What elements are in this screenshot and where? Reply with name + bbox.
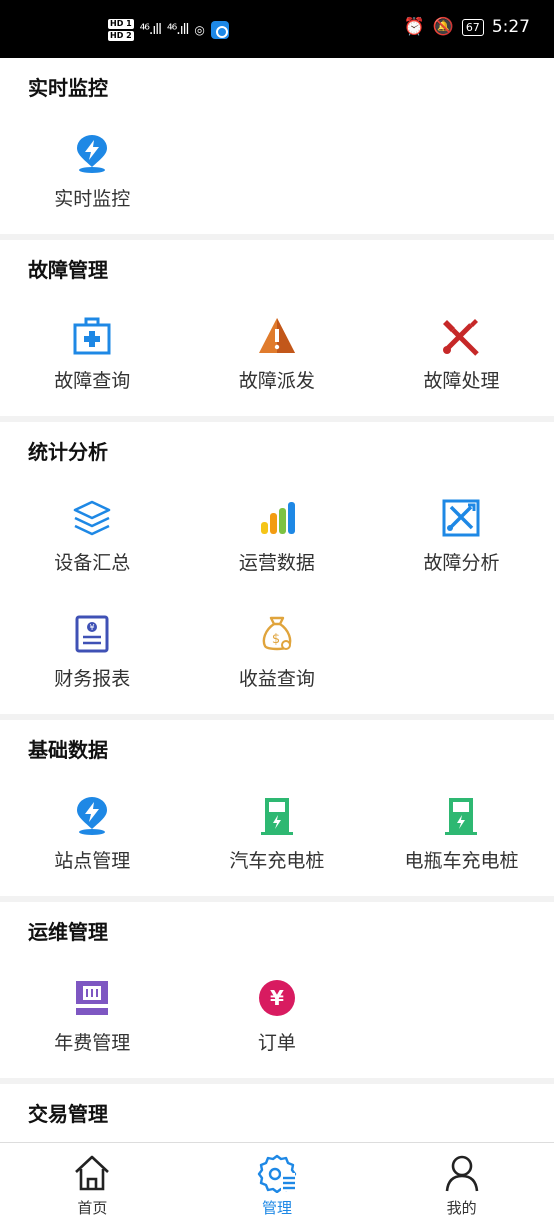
grid-item-label: 电瓶车充电桩 bbox=[404, 850, 519, 872]
tab-home[interactable]: 首页 bbox=[0, 1143, 185, 1218]
money-bag-icon: $ bbox=[257, 614, 297, 654]
svg-text:¥: ¥ bbox=[270, 986, 284, 1010]
grid-item[interactable]: 运营数据 bbox=[185, 482, 370, 598]
section-title: 运维管理 bbox=[28, 920, 108, 944]
tab-manage-label: 管理 bbox=[262, 1199, 293, 1217]
grid-item[interactable]: ¥ 订单 bbox=[185, 962, 370, 1078]
grid-item[interactable]: 汽车充电桩 bbox=[185, 780, 370, 896]
grid-item-label: 设备汇总 bbox=[54, 552, 131, 574]
hotspot-icon: ◎ bbox=[194, 23, 205, 37]
charging-pile-icon bbox=[441, 796, 481, 836]
grid-item[interactable]: 实时监控 bbox=[0, 118, 185, 234]
tab-home-label: 首页 bbox=[77, 1199, 108, 1217]
grid-item[interactable]: 故障处理 bbox=[369, 300, 554, 416]
section-title: 故障管理 bbox=[28, 258, 108, 282]
section-5: 交易管理 bbox=[0, 1084, 554, 1142]
user-icon bbox=[445, 1155, 478, 1192]
grid-item[interactable]: 年费管理 bbox=[0, 962, 185, 1078]
section-3: 基础数据站点管理 汽车充电桩 电瓶车充电桩 bbox=[0, 720, 554, 896]
grid-item-label: 订单 bbox=[257, 1032, 296, 1054]
tab-mine[interactable]: 我的 bbox=[369, 1143, 554, 1218]
svg-text:$: $ bbox=[272, 632, 280, 647]
bar-chart-icon bbox=[257, 498, 297, 538]
section-grid: 设备汇总 运营数据 故障分析 ¥ 财务报表 $ 收益查询 bbox=[0, 482, 554, 714]
svg-text:¥: ¥ bbox=[90, 623, 95, 632]
first-aid-kit-icon bbox=[72, 316, 112, 356]
tab-manage[interactable]: 管理 bbox=[185, 1143, 370, 1218]
sim-card-icon bbox=[72, 978, 112, 1018]
settings-list-icon bbox=[257, 1154, 297, 1193]
tools-icon bbox=[441, 316, 481, 356]
section-title: 统计分析 bbox=[28, 440, 108, 464]
grid-item[interactable]: 电瓶车充电桩 bbox=[369, 780, 554, 896]
section-grid: 年费管理 ¥ 订单 bbox=[0, 962, 554, 1078]
signal-icon: ⁴⁶.ıll bbox=[139, 22, 162, 38]
grid-item-label: 实时监控 bbox=[54, 188, 131, 210]
app-notification-icon bbox=[210, 21, 229, 39]
section-title: 基础数据 bbox=[28, 738, 108, 762]
hd2-label: HD 2 bbox=[108, 31, 134, 41]
grid-item-label: 财务报表 bbox=[54, 668, 131, 690]
layers-icon bbox=[72, 498, 112, 538]
grid-item[interactable]: 站点管理 bbox=[0, 780, 185, 896]
yuan-circle-icon: ¥ bbox=[257, 978, 297, 1018]
grid-item[interactable]: 故障派发 bbox=[185, 300, 370, 416]
section-1: 故障管理故障查询 故障派发 故障处理 bbox=[0, 240, 554, 416]
bottom-tab-bar: 首页 管理 我的 bbox=[0, 1142, 554, 1218]
alarm-icon: ⏰ bbox=[403, 17, 425, 37]
status-bar: HD 1 HD 2 ⁴⁶.ıll ⁴⁶.ıll ◎ ⏰ 🔕 67 5:27 bbox=[0, 0, 554, 58]
grid-item-label: 站点管理 bbox=[54, 850, 131, 872]
hd1-label: HD 1 bbox=[108, 19, 134, 29]
grid-item-label: 故障查询 bbox=[54, 370, 131, 392]
grid-item-label: 故障派发 bbox=[238, 370, 315, 392]
section-0: 实时监控 实时监控 bbox=[0, 58, 554, 234]
grid-item[interactable]: $ 收益查询 bbox=[185, 598, 370, 714]
section-title: 实时监控 bbox=[28, 76, 108, 100]
grid-item-label: 收益查询 bbox=[238, 668, 315, 690]
section-grid: 站点管理 汽车充电桩 电瓶车充电桩 bbox=[0, 780, 554, 896]
grid-item[interactable]: ¥ 财务报表 bbox=[0, 598, 185, 714]
section-2: 统计分析设备汇总 运营数据 故障分析 ¥ 财务报表 $ 收益查询 bbox=[0, 422, 554, 714]
clock: 5:27 bbox=[491, 17, 530, 37]
bolt-pin-icon bbox=[72, 796, 112, 836]
main-content[interactable]: 实时监控 实时监控 故障管理 故障查询 故障派发 故障处理 统计分析 设备汇总 运营数据 故障分析… bbox=[0, 58, 554, 1142]
section-grid: 故障查询 故障派发 故障处理 bbox=[0, 300, 554, 416]
section-4: 运维管理年费管理 ¥ 订单 bbox=[0, 902, 554, 1078]
grid-item[interactable]: 故障分析 bbox=[369, 482, 554, 598]
grid-item-label: 故障分析 bbox=[423, 552, 500, 574]
hd-indicator: HD 1 HD 2 bbox=[108, 18, 134, 42]
section-grid: 实时监控 bbox=[0, 118, 554, 234]
section-title: 交易管理 bbox=[28, 1102, 108, 1126]
finance-report-icon: ¥ bbox=[72, 614, 112, 654]
grid-item-label: 故障处理 bbox=[423, 370, 500, 392]
grid-item-label: 汽车充电桩 bbox=[229, 850, 325, 872]
battery-icon: 67 bbox=[461, 18, 484, 36]
charging-pile-icon bbox=[257, 796, 297, 836]
grid-item-label: 运营数据 bbox=[238, 552, 315, 574]
grid-item-label: 年费管理 bbox=[54, 1032, 131, 1054]
wrench-box-icon bbox=[441, 498, 481, 538]
bolt-pin-icon bbox=[72, 134, 112, 174]
mute-icon: 🔕 bbox=[432, 17, 454, 37]
home-icon bbox=[75, 1155, 110, 1191]
signal-icon: ⁴⁶.ıll bbox=[167, 22, 189, 38]
grid-item[interactable]: 设备汇总 bbox=[0, 482, 185, 598]
tab-mine-label: 我的 bbox=[446, 1199, 477, 1217]
warning-triangle-icon bbox=[257, 316, 297, 356]
grid-item[interactable]: 故障查询 bbox=[0, 300, 185, 416]
